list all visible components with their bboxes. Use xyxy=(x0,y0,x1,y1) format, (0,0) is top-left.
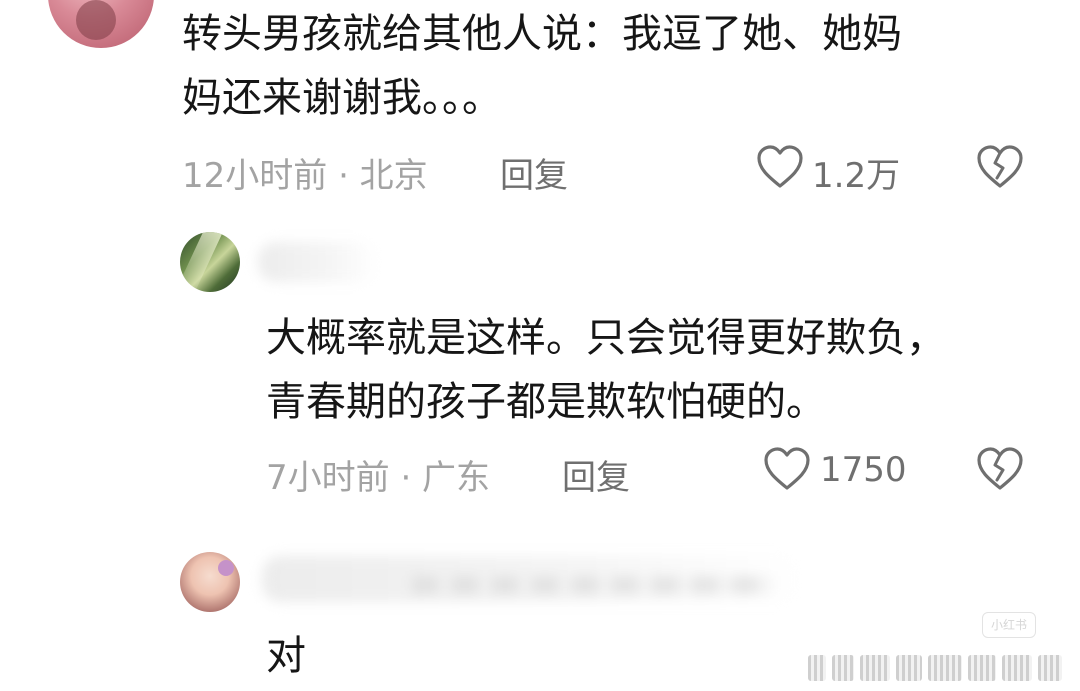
comment-meta: 7小时前 · 广东 xyxy=(266,458,491,498)
image-strip xyxy=(808,653,1068,683)
reply-button[interactable]: 回复 xyxy=(562,450,630,499)
comment-text: 大概率就是这样。只会觉得更好欺负， 青春期的孩子都是欺软怕硬的。 xyxy=(266,315,946,425)
avatar[interactable] xyxy=(180,552,240,612)
heart-outline-icon[interactable] xyxy=(762,446,812,492)
broken-heart-icon[interactable] xyxy=(975,144,1025,190)
like-count: 1750 xyxy=(820,450,907,490)
like-count: 1.2万 xyxy=(812,156,901,196)
comment-meta: 12小时前 · 北京 xyxy=(182,156,428,196)
avatar[interactable] xyxy=(180,232,240,292)
blurred-username xyxy=(262,556,802,602)
reply-button[interactable]: 回复 xyxy=(500,148,568,197)
watermark: 小红书 xyxy=(982,612,1036,638)
avatar[interactable] xyxy=(48,0,154,48)
comment-text: 转头男孩就给其他人说：我逗了她、她妈 妈还来谢谢我。。。 xyxy=(182,11,902,121)
heart-outline-icon[interactable] xyxy=(755,144,805,190)
broken-heart-icon[interactable] xyxy=(975,446,1025,492)
blurred-username xyxy=(258,242,378,282)
comment-text: 对 xyxy=(266,633,306,679)
